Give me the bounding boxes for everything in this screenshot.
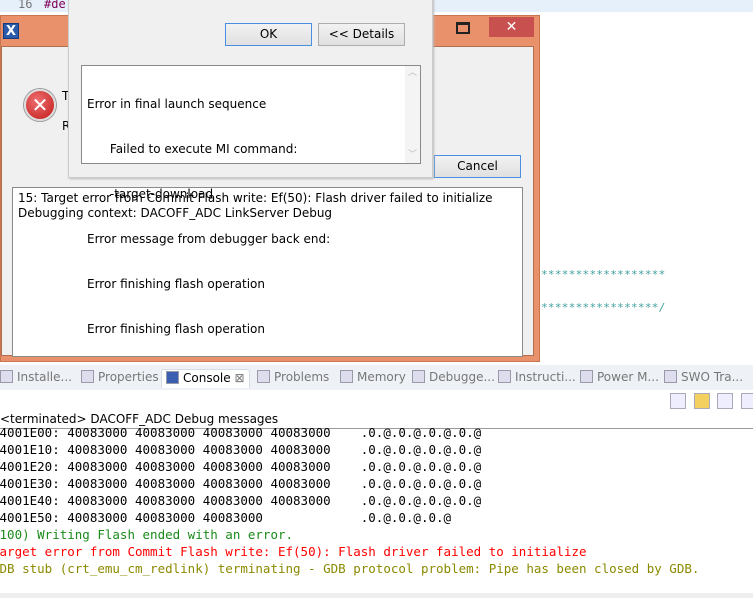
details-line: Failed to execute MI command: bbox=[87, 142, 298, 156]
maximize-button[interactable] bbox=[456, 22, 470, 34]
code-comment: *****************/ bbox=[541, 301, 666, 314]
error-details-text[interactable]: Error in final launch sequence Failed to… bbox=[81, 65, 421, 336]
details-line: Error finishing flash operation bbox=[87, 322, 265, 336]
word-wrap-icon[interactable] bbox=[717, 393, 733, 409]
details-line: Error message from debugger back end: bbox=[87, 232, 331, 246]
console-line: 04001E10: 40083000 40083000 40083000 400… bbox=[0, 442, 482, 457]
tab-problems[interactable]: Problems bbox=[257, 369, 329, 388]
installed-icon bbox=[0, 370, 13, 383]
tab-memory[interactable]: Memory bbox=[340, 369, 406, 388]
error-icon: ✕ bbox=[24, 89, 56, 121]
console-line: 04001E20: 40083000 40083000 40083000 400… bbox=[0, 459, 482, 474]
close-tab-icon[interactable]: ⊠ bbox=[234, 371, 244, 385]
console-line: 04001E40: 40083000 40083000 40083000 400… bbox=[0, 493, 482, 508]
close-button[interactable]: ✕ bbox=[489, 17, 534, 37]
app-x-icon: X bbox=[3, 23, 19, 39]
console-line: Target error from Commit Flash write: Ef… bbox=[0, 544, 587, 559]
scroll-lock-icon[interactable] bbox=[694, 393, 710, 409]
details-line: -target-download bbox=[87, 187, 214, 201]
tab-swo-trace[interactable]: SWO Tra... bbox=[664, 369, 743, 388]
views-tab-bar: Installe... Properties Console ⊠ Problem… bbox=[0, 365, 753, 390]
tab-properties[interactable]: Properties bbox=[81, 369, 159, 388]
tab-power[interactable]: Power M... bbox=[580, 369, 659, 388]
console-icon bbox=[166, 371, 179, 384]
tab-debugger[interactable]: Debugge... bbox=[412, 369, 495, 388]
error-dialog: OK << Details Error in final launch sequ… bbox=[68, 0, 433, 336]
details-line: Error in final launch sequence bbox=[87, 97, 267, 111]
tab-installed[interactable]: Installe... bbox=[0, 369, 72, 388]
pin-console-icon[interactable] bbox=[741, 393, 753, 409]
console-line: 04001E00: 40083000 40083000 40083000 400… bbox=[0, 425, 482, 440]
clear-console-icon[interactable] bbox=[670, 393, 686, 409]
tab-instructions[interactable]: Instructi... bbox=[498, 369, 576, 388]
problems-icon bbox=[257, 370, 270, 383]
power-icon bbox=[580, 370, 593, 383]
scrollbar[interactable] bbox=[0, 593, 753, 598]
tab-console[interactable]: Console ⊠ bbox=[161, 369, 250, 388]
details-line: Error finishing flash operation bbox=[87, 277, 265, 291]
debugger-icon bbox=[412, 370, 425, 383]
memory-icon bbox=[340, 370, 353, 383]
swo-icon bbox=[664, 370, 677, 383]
instructions-icon bbox=[498, 370, 511, 383]
console-line: (100) Writing Flash ended with an error. bbox=[0, 527, 294, 542]
console-line: 04001E50: 40083000 40083000 40083000 .0.… bbox=[0, 510, 452, 525]
scrollbar[interactable]: ︿ ﹀ bbox=[405, 66, 420, 163]
line-number: 16 bbox=[18, 0, 33, 11]
ok-button[interactable]: OK bbox=[225, 23, 312, 46]
code-comment: ****************** bbox=[541, 268, 666, 281]
properties-icon bbox=[81, 370, 94, 383]
console-line: 04001E30: 40083000 40083000 40083000 400… bbox=[0, 476, 482, 491]
cancel-button[interactable]: Cancel bbox=[434, 155, 521, 178]
code-text: #de bbox=[44, 0, 66, 11]
console-line: GDB stub (crt_emu_cm_redlink) terminatin… bbox=[0, 561, 700, 576]
details-button[interactable]: << Details bbox=[318, 23, 405, 46]
